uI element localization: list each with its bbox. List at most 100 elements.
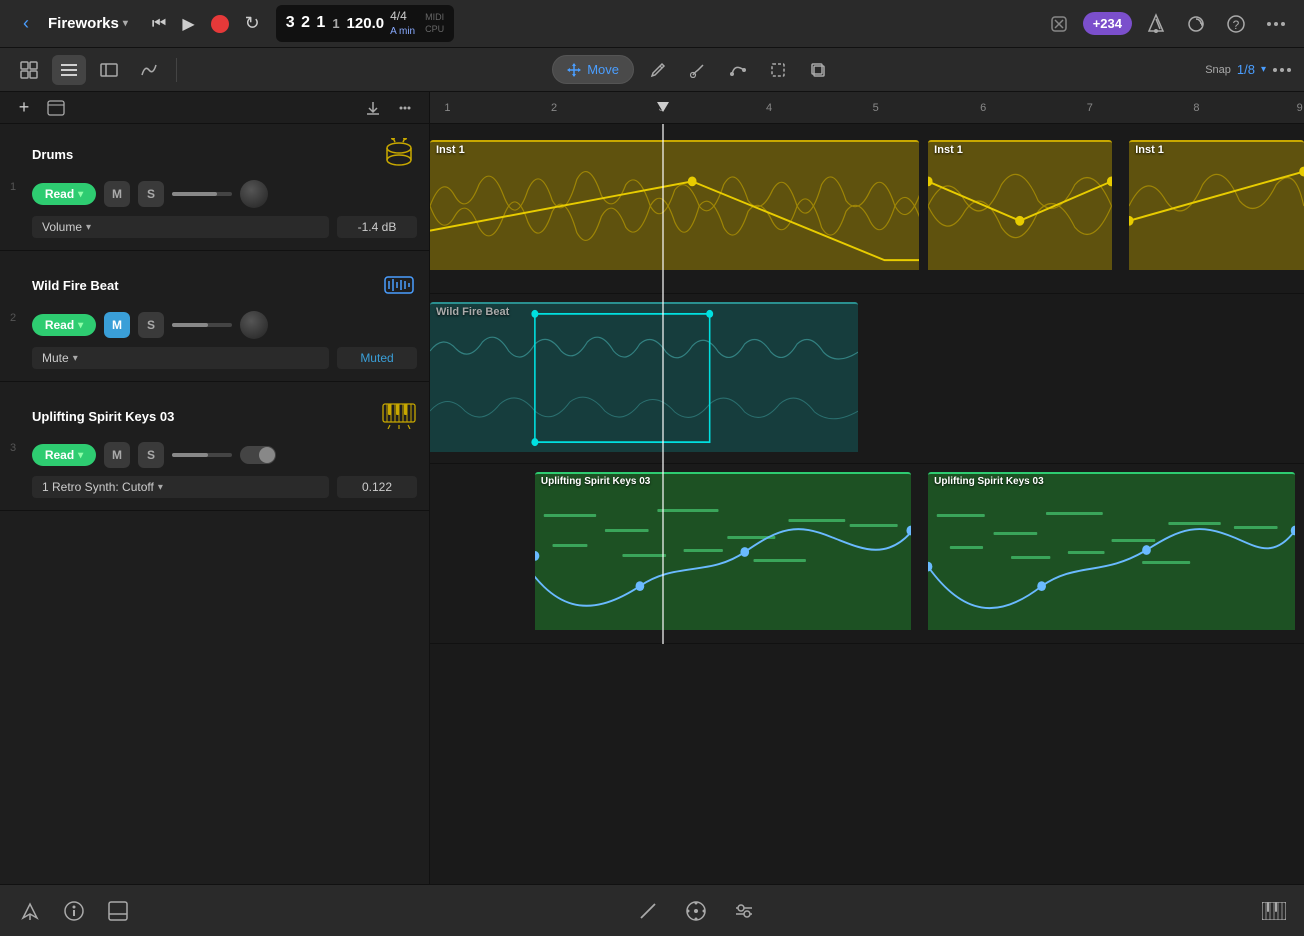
pencil-tool-button[interactable] [642,55,674,85]
mute-button-keys[interactable]: M [104,442,130,468]
piano-roll-icon[interactable] [1260,897,1288,925]
track-row-drums: 1 Drums [0,124,429,251]
add-track-button[interactable]: + [12,96,36,120]
wfb-icon [381,267,417,303]
drums-clip-1[interactable]: Inst 1 [430,140,919,270]
read-button-drums[interactable]: Read ▾ [32,183,96,205]
drums-automation-curve-3 [1129,142,1304,270]
keys-clip-1[interactable]: Uplifting Spirit Keys 03 [535,472,911,630]
volume-slider-drums[interactable] [172,192,232,196]
svg-text:?: ? [1233,18,1240,32]
track-row-wfb: 2 Wild Fire Beat Read [0,255,429,382]
solo-button-wfb[interactable]: S [138,312,164,338]
track-more-icon[interactable] [393,96,417,120]
move-tool-button[interactable]: Move [552,55,634,84]
position-display: 3 2 1 1 120.0 4/4 A min MIDI CPU [276,5,454,42]
copy-tool-button[interactable] [802,55,834,85]
drums-clip-3[interactable]: Inst 1 [1129,140,1304,270]
track-row-keys: 3 Uplifting Spirit Keys 03 [0,386,429,511]
cpu-label: CPU [425,24,444,34]
track-list: + 1 Drums [0,92,430,884]
loop-button[interactable]: ↻ [245,13,260,34]
track-number-2: 2 [10,312,16,324]
tracks-content: Inst 1 Inst 1 [430,124,1304,644]
grid-view-button[interactable] [12,55,46,85]
panel-view-button[interactable] [92,55,126,85]
eq-icon[interactable] [730,897,758,925]
more-options-icon[interactable] [1260,8,1292,40]
snap-value[interactable]: 1/8 [1237,62,1255,77]
mute-button-wfb[interactable]: M [104,312,130,338]
automation-param-wfb[interactable]: Mute ▾ [32,347,329,369]
toggle-keys[interactable] [240,446,276,464]
ruler-mark-2: 2 [551,102,557,114]
track-automation-wfb: Mute ▾ Muted [0,343,429,373]
track-options-icon[interactable] [44,96,68,120]
read-button-wfb[interactable]: Read ▾ [32,314,96,336]
toolbar-left [12,55,181,85]
keys-icon [381,398,417,434]
pan-knob-drums[interactable] [240,180,268,208]
edit-bottom-icon[interactable] [634,897,662,925]
download-icon[interactable] [361,96,385,120]
bottom-bar-left [16,897,132,925]
loop-alt-icon[interactable] [1180,8,1212,40]
arrange-area[interactable]: 1 2 3 4 5 6 7 8 9 [430,92,1304,884]
track-name-wfb: Wild Fire Beat [32,278,373,293]
automation-value-drums: -1.4 dB [337,216,417,238]
volume-slider-keys[interactable] [172,453,232,457]
ruler-mark-8: 8 [1193,102,1199,114]
automation-param-drums[interactable]: Volume ▾ [32,216,329,238]
wfb-clip-1[interactable]: Wild Fire Beat [430,302,858,452]
panel-bottom-icon[interactable] [104,897,132,925]
solo-button-drums[interactable]: S [138,181,164,207]
help-icon[interactable]: ? [1220,8,1252,40]
keys-automation-curve-1 [535,474,911,630]
mute-button-drums[interactable]: M [104,181,130,207]
track-automation-keys: 1 Retro Synth: Cutoff ▾ 0.122 [0,472,429,502]
volume-slider-wfb[interactable] [172,323,232,327]
clock-icon[interactable] [682,897,710,925]
back-button[interactable]: ‹ [12,10,40,38]
record-button[interactable] [211,15,229,33]
rewind-button[interactable]: ⏮ [152,15,166,33]
automation-value-wfb: Muted [337,347,417,369]
automation-value-keys: 0.122 [337,476,417,498]
keys-clip-2[interactable]: Uplifting Spirit Keys 03 [928,472,1295,630]
info-icon[interactable] [60,897,88,925]
toolbar-right: Snap 1/8 ▾ [1205,61,1292,79]
list-view-button[interactable] [52,55,86,85]
track-number-1: 1 [10,181,16,193]
ruler-background: 1 2 3 4 5 6 7 8 9 [430,92,1304,123]
project-name[interactable]: Fireworks ▾ [48,15,128,32]
wfb-automation-rect [430,304,858,452]
track-controls-drums: Read ▾ M S [0,176,429,212]
metronome-icon[interactable] [1140,8,1172,40]
play-button[interactable]: ▶ [182,14,194,34]
pan-knob-wfb[interactable] [240,311,268,339]
bpm-display[interactable]: 120.0 [347,15,385,32]
main-area: + 1 Drums [0,92,1304,884]
brush-tool-button[interactable] [682,55,714,85]
curve-edit-button[interactable] [722,55,754,85]
plus-badge[interactable]: +234 [1083,12,1132,35]
position-numbers: 3 2 1 [286,14,327,32]
read-button-keys[interactable]: Read ▾ [32,444,96,466]
toolbar: Move Snap 1/8 ▾ [0,48,1304,92]
curve-tool-button[interactable] [132,55,166,85]
drums-automation-curve-1 [430,142,919,270]
time-sig-display: 4/4 A min [390,9,415,38]
marquee-tool-button[interactable] [762,55,794,85]
toolbar-more-icon[interactable] [1272,61,1292,79]
automation-param-keys[interactable]: 1 Retro Synth: Cutoff ▾ [32,476,329,498]
drums-icon [381,136,417,172]
keys-track-content: Uplifting Spirit Keys 03 [430,464,1304,644]
playhead-marker [657,102,669,112]
drums-clip-2[interactable]: Inst 1 [928,140,1112,270]
bottom-bar-right [1260,897,1288,925]
track-header-keys: Uplifting Spirit Keys 03 [0,394,429,438]
close-icon[interactable] [1043,8,1075,40]
solo-button-keys[interactable]: S [138,442,164,468]
send-icon[interactable] [16,897,44,925]
bottom-bar-center [132,897,1260,925]
